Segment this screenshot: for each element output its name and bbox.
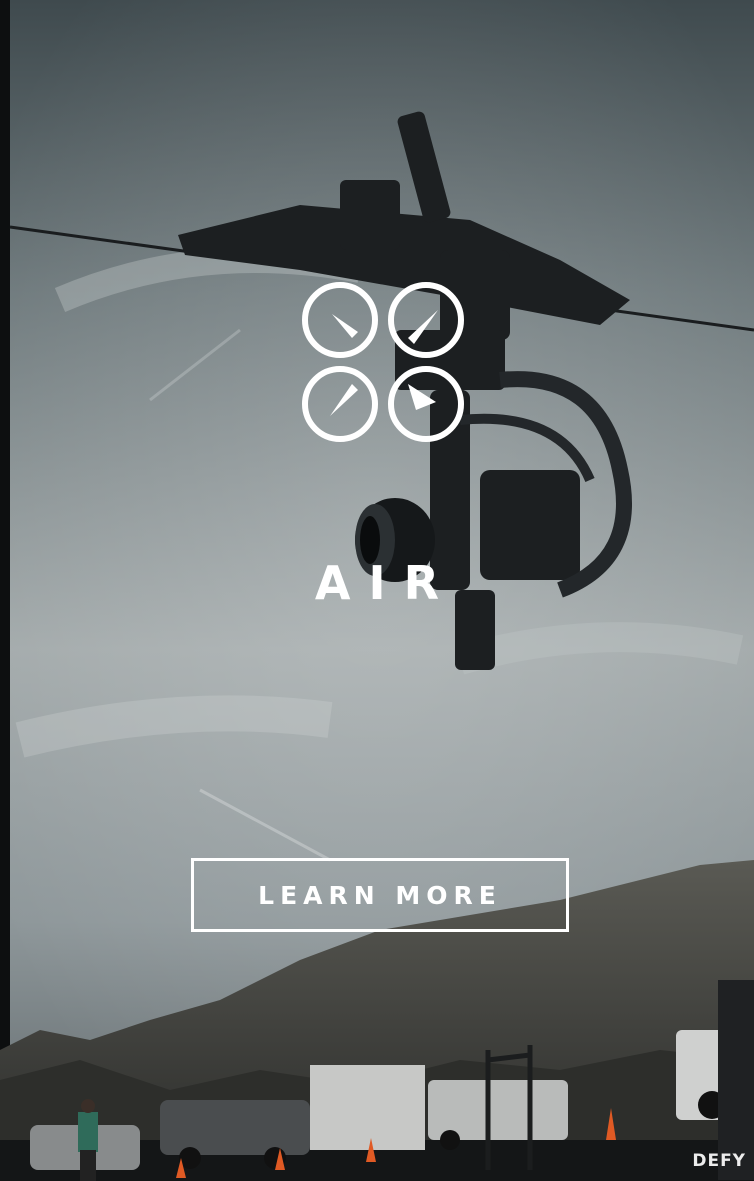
brand-watermark: DEFY: [692, 1151, 746, 1171]
hero-screen: AIR LEARN MORE DEFY: [0, 0, 754, 1181]
hero-title: AIR: [314, 556, 458, 610]
learn-more-button[interactable]: LEARN MORE: [191, 858, 569, 932]
four-rotor-dial-icon: [300, 280, 468, 448]
